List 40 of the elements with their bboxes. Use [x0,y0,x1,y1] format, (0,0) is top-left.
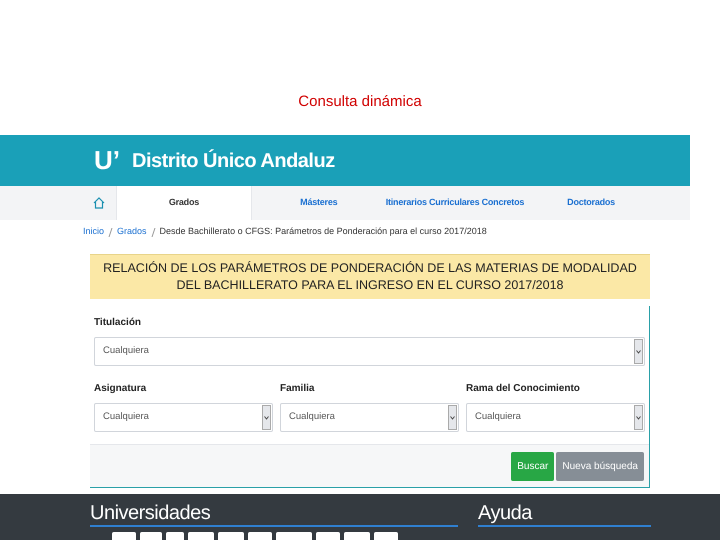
university-logo[interactable] [316,532,340,540]
breadcrumb-link[interactable]: Grados [117,225,147,239]
select-field[interactable]: Cualquiera [94,403,273,432]
caret-icon [636,416,641,420]
caret-icon [264,416,269,420]
field-label: Rama del Conocimiento [466,382,581,396]
breadcrumb-separator-icon [108,228,114,236]
search-button[interactable]: Buscar [511,452,554,480]
university-logo[interactable] [248,532,272,540]
nav-tab[interactable]: Doctorados [524,186,658,220]
home-icon [93,197,105,209]
breadcrumb-current: Desde Bachillerato o CFGS: Parámetros de Ponderación para el curso 2017/2018 [160,225,487,238]
logo: U’ [94,144,120,177]
university-logo[interactable] [112,532,136,540]
breadcrumb-link[interactable]: Inicio [83,225,104,239]
field-label: Titulación [94,316,142,330]
nav-tab[interactable]: Itinerarios Curriculares Concretos [386,186,524,220]
university-logo[interactable] [374,532,398,540]
footer-heading: Ayuda [478,502,651,527]
slide-title: Consulta dinámica [298,92,422,112]
select-field[interactable]: Cualquiera [94,337,645,366]
university-logo[interactable] [276,532,312,540]
breadcrumb-separator-icon [150,228,156,236]
info-banner: RELACIÓN DE LOS PARÁMETROS DE PONDERACIÓN DE LAS MATERIAS DE MODALIDAD DEL BACHILLERATO PARA EL INGRESO EN EL CURSO 2017/2018 [90,254,650,299]
university-logo[interactable] [218,532,244,540]
nav-tab[interactable]: Másteres [252,186,386,220]
site-title: Distrito Único Andaluz [132,148,335,174]
select-field[interactable]: Cualquiera [280,403,459,432]
caret-icon [450,416,455,420]
nav-tab[interactable]: Grados [116,186,252,220]
reset-button[interactable]: Nueva búsqueda [556,452,644,480]
field-label: Asignatura [94,382,148,396]
footer-heading: Universidades [90,502,458,527]
university-logo[interactable] [166,532,184,540]
select-field[interactable]: Cualquiera [466,403,645,432]
university-logo[interactable] [188,532,214,540]
university-logo[interactable] [344,532,370,540]
field-label: Familia [280,382,316,396]
university-logo[interactable] [140,532,162,540]
caret-icon [636,350,641,354]
